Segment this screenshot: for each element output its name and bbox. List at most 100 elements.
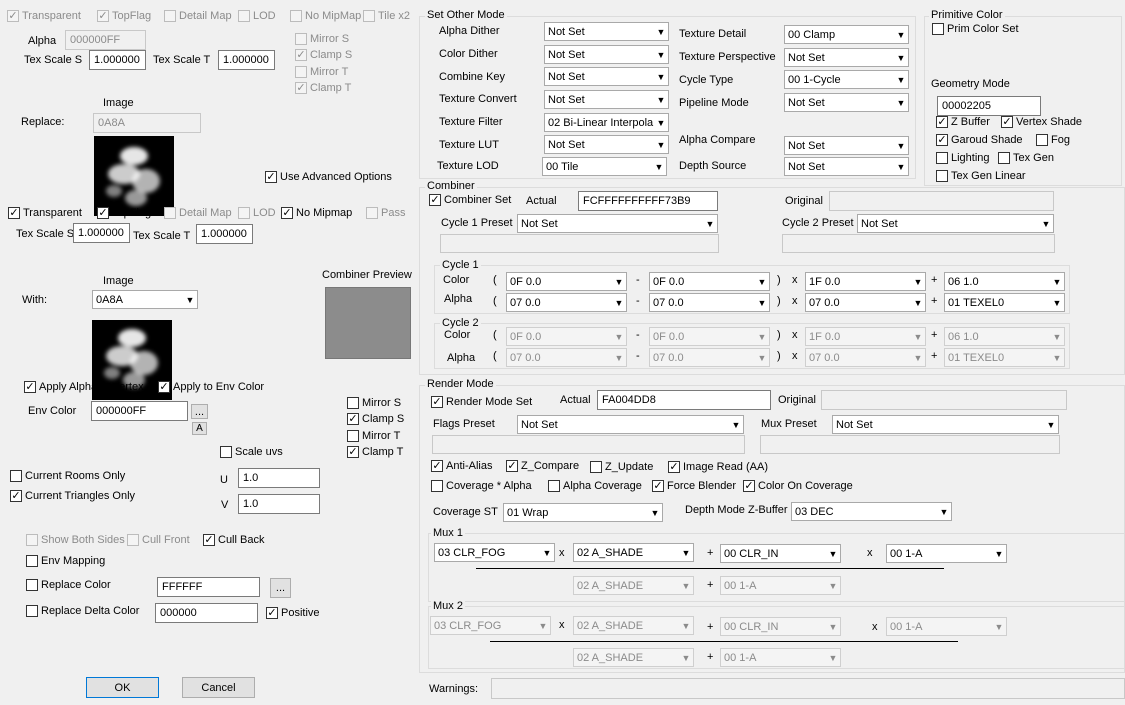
coverage-st-select[interactable]: 01 Wrap ▼ [503, 503, 663, 522]
texture-perspective-select[interactable]: Not Set ▼ [784, 48, 909, 67]
env-color-pick-button[interactable]: ... [191, 404, 208, 419]
replace-delta-checkbox[interactable]: Replace Delta Color [26, 605, 139, 617]
combiner-set-checkbox[interactable]: ✓ Combiner Set [429, 194, 511, 206]
env-color-field[interactable]: 000000FF [91, 401, 188, 421]
render-original-field[interactable] [821, 390, 1067, 410]
garoud-shade-checkbox[interactable]: ✓ Garoud Shade [936, 134, 1023, 146]
transparent-checkbox-top[interactable]: ✓ Transparent [7, 10, 81, 22]
mux1-b-select[interactable]: 02 A_SHADE ▼ [573, 543, 694, 562]
cycle2-color-c-select[interactable]: 1F 0.0 ▼ [805, 327, 926, 346]
combiner-original-field[interactable] [829, 191, 1054, 211]
tex-scale-t-field-2[interactable]: 1.000000 [196, 224, 253, 244]
cull-front-checkbox[interactable]: Cull Front [127, 534, 190, 546]
v-field[interactable]: 1.0 [238, 494, 320, 514]
alpha-dither-select[interactable]: Not Set ▼ [544, 22, 669, 41]
render-mode-set-checkbox[interactable]: ✓ Render Mode Set [431, 396, 532, 408]
cycle1-preset-select[interactable]: Not Set ▼ [517, 214, 718, 233]
cancel-button[interactable]: Cancel [182, 677, 255, 698]
cull-back-checkbox[interactable]: ✓ Cull Back [203, 534, 264, 546]
mux2-b-select[interactable]: 02 A_SHADE ▼ [573, 616, 694, 635]
replace-delta-field[interactable]: 000000 [155, 603, 258, 623]
mux1-a-select[interactable]: 03 CLR_FOG ▼ [434, 543, 555, 562]
clamp-t-checkbox[interactable]: ✓ Clamp T [347, 446, 403, 458]
replace-texture-field[interactable]: 0A8A [93, 113, 201, 133]
tex-scale-s-field[interactable]: 1.000000 [89, 50, 146, 70]
fog-checkbox[interactable]: Fog [1036, 134, 1070, 146]
prim-color-set-checkbox[interactable]: Prim Color Set [932, 23, 1019, 35]
cycle1-alpha-a-select[interactable]: 07 0.0 ▼ [506, 293, 627, 312]
alpha-coverage-checkbox[interactable]: Alpha Coverage [548, 480, 642, 492]
cycle2-alpha-a-select[interactable]: 07 0.0 ▼ [506, 348, 627, 367]
mux2-d-select[interactable]: 00 1-A ▼ [886, 617, 1007, 636]
u-field[interactable]: 1.0 [238, 468, 320, 488]
lod-checkbox[interactable]: LOD [238, 207, 276, 219]
cycle2-color-b-select[interactable]: 0F 0.0 ▼ [649, 327, 770, 346]
mux2-f-select[interactable]: 00 1-A ▼ [720, 648, 841, 667]
current-rooms-checkbox[interactable]: Current Rooms Only [10, 470, 125, 482]
cycle2-alpha-b-select[interactable]: 07 0.0 ▼ [649, 348, 770, 367]
topflag-checkbox-top[interactable]: ✓ TopFlag [97, 10, 151, 22]
pass-checkbox[interactable]: Pass [366, 207, 405, 219]
no-mipmap-checkbox-top[interactable]: No MipMap [290, 10, 361, 22]
tex-scale-s-field-2[interactable]: 1.000000 [73, 223, 130, 243]
mux2-a-select[interactable]: 03 CLR_FOG ▼ [430, 616, 551, 635]
cycle2-color-a-select[interactable]: 0F 0.0 ▼ [506, 327, 627, 346]
geometry-mode-field[interactable]: 00002205 [937, 96, 1041, 116]
mux1-c-select[interactable]: 00 CLR_IN ▼ [720, 544, 841, 563]
scale-uvs-checkbox[interactable]: Scale uvs [220, 446, 283, 458]
env-mapping-checkbox[interactable]: Env Mapping [26, 555, 105, 567]
cycle2-preset-select[interactable]: Not Set ▼ [857, 214, 1054, 233]
coverage-alpha-checkbox[interactable]: Coverage * Alpha [431, 480, 532, 492]
z-compare-checkbox[interactable]: ✓ Z_Compare [506, 460, 579, 472]
cycle1-color-b-select[interactable]: 0F 0.0 ▼ [649, 272, 770, 291]
mux1-f-select[interactable]: 00 1-A ▼ [720, 576, 841, 595]
clamp-t-checkbox-top[interactable]: ✓ Clamp T [295, 82, 351, 94]
tex-scale-t-field[interactable]: 1.000000 [218, 50, 275, 70]
clamp-s-checkbox[interactable]: ✓ Clamp S [347, 413, 404, 425]
vertex-shade-checkbox[interactable]: ✓ Vertex Shade [1001, 116, 1082, 128]
texture-filter-select[interactable]: 02 Bi-Linear Interpola ▼ [544, 113, 669, 132]
alpha-compare-select[interactable]: Not Set ▼ [784, 136, 909, 155]
transparent-checkbox[interactable]: ✓ Transparent [8, 207, 82, 219]
replace-color-pick-button[interactable]: ... [270, 578, 291, 598]
mirror-t-checkbox[interactable]: Mirror T [347, 430, 400, 442]
texture-lut-select[interactable]: Not Set ▼ [544, 135, 669, 154]
no-mipmap-checkbox[interactable]: ✓ No Mipmap [281, 207, 352, 219]
z-update-checkbox[interactable]: Z_Update [590, 461, 653, 473]
replace-color-checkbox[interactable]: Replace Color [26, 579, 111, 591]
texture-convert-select[interactable]: Not Set ▼ [544, 90, 669, 109]
texture-lod-select[interactable]: 00 Tile ▼ [542, 157, 667, 176]
tex-gen-checkbox[interactable]: Tex Gen [998, 152, 1054, 164]
tile-x2-checkbox[interactable]: Tile x2 [363, 10, 410, 22]
mux2-e-select[interactable]: 02 A_SHADE ▼ [573, 648, 694, 667]
cycle1-color-a-select[interactable]: 0F 0.0 ▼ [506, 272, 627, 291]
use-advanced-checkbox[interactable]: ✓ Use Advanced Options [265, 171, 392, 183]
cycle2-alpha-d-select[interactable]: 01 TEXEL0 ▼ [944, 348, 1065, 367]
color-on-coverage-checkbox[interactable]: ✓ Color On Coverage [743, 480, 853, 492]
cycle-type-select[interactable]: 00 1-Cycle ▼ [784, 70, 909, 89]
clamp-s-checkbox-top[interactable]: ✓ Clamp S [295, 49, 352, 61]
cycle1-alpha-c-select[interactable]: 07 0.0 ▼ [805, 293, 926, 312]
env-alpha-button[interactable]: A [192, 422, 207, 435]
depth-mode-select[interactable]: 03 DEC ▼ [791, 502, 952, 521]
topflag-checkbox[interactable]: ✓ TopFlag [97, 207, 151, 219]
flags-preset-select[interactable]: Not Set ▼ [517, 415, 744, 434]
cycle1-alpha-b-select[interactable]: 07 0.0 ▼ [649, 293, 770, 312]
depth-source-select[interactable]: Not Set ▼ [784, 157, 909, 176]
combine-key-select[interactable]: Not Set ▼ [544, 67, 669, 86]
cycle2-color-d-select[interactable]: 06 1.0 ▼ [944, 327, 1065, 346]
cycle1-color-d-select[interactable]: 06 1.0 ▼ [944, 272, 1065, 291]
mux1-e-select[interactable]: 02 A_SHADE ▼ [573, 576, 694, 595]
apply-alpha-vertex-checkbox[interactable]: ✓ Apply Alpha to Vertex [24, 381, 144, 393]
force-blender-checkbox[interactable]: ✓ Force Blender [652, 480, 736, 492]
combiner-actual-field[interactable]: FCFFFFFFFFFF73B9 [578, 191, 718, 211]
z-buffer-checkbox[interactable]: ✓ Z Buffer [936, 116, 990, 128]
with-texture-select[interactable]: 0A8A ▼ [92, 290, 198, 309]
detail-map-checkbox[interactable]: Detail Map [164, 207, 232, 219]
image-read-checkbox[interactable]: ✓ Image Read (AA) [668, 461, 768, 473]
cycle1-alpha-d-select[interactable]: 01 TEXEL0 ▼ [944, 293, 1065, 312]
cycle1-color-c-select[interactable]: 1F 0.0 ▼ [805, 272, 926, 291]
mux2-c-select[interactable]: 00 CLR_IN ▼ [720, 617, 841, 636]
pipeline-mode-select[interactable]: Not Set ▼ [784, 93, 909, 112]
mirror-t-checkbox-top[interactable]: Mirror T [295, 66, 348, 78]
